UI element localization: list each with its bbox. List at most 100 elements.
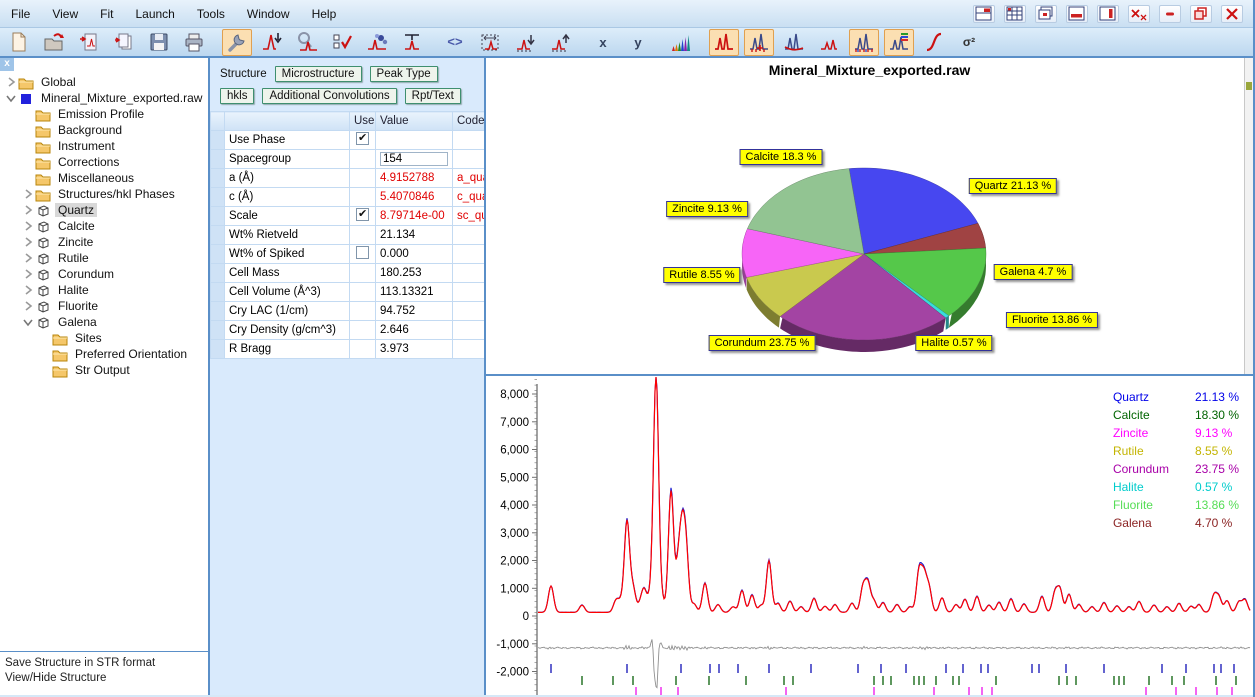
sidebar-item-structures-hkl-phases[interactable]: Structures/hkl Phases: [0, 186, 208, 202]
tree-expander-collapsed-icon[interactable]: [21, 187, 35, 201]
code-cell[interactable]: [453, 340, 487, 359]
value-cell[interactable]: 2.646: [376, 321, 453, 340]
checkbox-unchecked[interactable]: [356, 246, 369, 259]
scan-small-icon[interactable]: [814, 29, 844, 56]
tree-expander-collapsed-icon[interactable]: [21, 235, 35, 249]
multi-scan-icon[interactable]: [666, 29, 696, 56]
sidebar-item-preferred-orientation[interactable]: Preferred Orientation: [0, 346, 208, 362]
code-cell[interactable]: [453, 131, 487, 150]
checkbox-checked[interactable]: [356, 132, 369, 145]
zoom-range-icon[interactable]: [475, 29, 505, 56]
value-cell[interactable]: 3.973: [376, 340, 453, 359]
value-cell[interactable]: 5.4070846: [376, 188, 453, 207]
checkbox-checked[interactable]: [356, 208, 369, 221]
code-cell[interactable]: c_qua: [453, 188, 487, 207]
fit-options-icon[interactable]: [327, 29, 357, 56]
restore-icon[interactable]: [1190, 5, 1212, 23]
single-scan-icon[interactable]: [709, 29, 739, 56]
split-right-icon[interactable]: [1097, 5, 1119, 23]
menu-item-window[interactable]: Window: [236, 3, 301, 25]
scan-legend-icon[interactable]: [884, 29, 914, 56]
tree-expander-collapsed-icon[interactable]: [21, 251, 35, 265]
x-axis-icon[interactable]: x: [588, 29, 618, 56]
panel-close-button[interactable]: x: [0, 58, 14, 71]
tree-expander-collapsed-icon[interactable]: [21, 299, 35, 313]
grid-icon[interactable]: [1004, 5, 1026, 23]
tree-expander-collapsed-icon[interactable]: [21, 203, 35, 217]
value-cell[interactable]: 21.134: [376, 226, 453, 245]
tab-additional-convolutions[interactable]: Additional Convolutions: [262, 88, 396, 104]
sidebar-item-rutile[interactable]: Rutile: [0, 250, 208, 266]
code-cell[interactable]: [453, 302, 487, 321]
menu-item-view[interactable]: View: [41, 3, 89, 25]
sidebar-item-corundum[interactable]: Corundum: [0, 266, 208, 282]
peak-search-icon[interactable]: [292, 29, 322, 56]
tree-expander-collapsed-icon[interactable]: [21, 219, 35, 233]
tree-expander-collapsed-icon[interactable]: [21, 267, 35, 281]
code-cell[interactable]: [453, 150, 487, 169]
tab-rpt-text[interactable]: Rpt/Text: [405, 88, 461, 104]
shift-peak-up-icon[interactable]: [545, 29, 575, 56]
scan-hkl-ticks-icon[interactable]: [849, 29, 879, 56]
sidebar-item-miscellaneous[interactable]: Miscellaneous: [0, 170, 208, 186]
tree-expander-collapsed-icon[interactable]: [21, 283, 35, 297]
save-icon[interactable]: [144, 29, 174, 56]
value-cell[interactable]: 180.253: [376, 264, 453, 283]
sidebar-item-calcite[interactable]: Calcite: [0, 218, 208, 234]
value-cell[interactable]: 113.13321: [376, 283, 453, 302]
tab-peak-type[interactable]: Peak Type: [370, 66, 438, 82]
value-cell[interactable]: 94.752: [376, 302, 453, 321]
value-editbox[interactable]: 154: [380, 152, 448, 166]
sidebar-item-halite[interactable]: Halite: [0, 282, 208, 298]
print-icon[interactable]: [179, 29, 209, 56]
code-view-icon[interactable]: <>: [440, 29, 470, 56]
tab-hkls[interactable]: hkls: [220, 88, 254, 104]
shift-peak-down-icon[interactable]: [510, 29, 540, 56]
sidebar-item-mineral-mixture-exported-raw[interactable]: Mineral_Mixture_exported.raw: [0, 90, 208, 106]
import-doc-icon[interactable]: [109, 29, 139, 56]
sidebar-item-quartz[interactable]: Quartz: [0, 202, 208, 218]
cascade-icon[interactable]: [1035, 5, 1057, 23]
y-axis-icon[interactable]: y: [623, 29, 653, 56]
value-cell[interactable]: 8.79714e-00: [376, 207, 453, 226]
tree-expander-expanded-icon[interactable]: [21, 315, 35, 329]
code-cell[interactable]: [453, 245, 487, 264]
open-file-icon[interactable]: [39, 29, 69, 56]
scan-ticks-icon[interactable]: [744, 29, 774, 56]
split-bottom-icon[interactable]: [1066, 5, 1088, 23]
menu-item-help[interactable]: Help: [301, 3, 348, 25]
code-cell[interactable]: [453, 264, 487, 283]
code-cell[interactable]: sc_qu: [453, 207, 487, 226]
sidebar-item-zincite[interactable]: Zincite: [0, 234, 208, 250]
scan-background-icon[interactable]: [779, 29, 809, 56]
sidebar-item-corrections[interactable]: Corrections: [0, 154, 208, 170]
tree-expander-collapsed-icon[interactable]: [4, 75, 18, 89]
sidebar-item-background[interactable]: Background: [0, 122, 208, 138]
close-icon[interactable]: [1221, 5, 1243, 23]
sidebar-item-global[interactable]: Global: [0, 74, 208, 90]
sidebar-item-galena[interactable]: Galena: [0, 314, 208, 330]
menu-item-launch[interactable]: Launch: [124, 3, 185, 25]
structure-fit-icon[interactable]: [362, 29, 392, 56]
code-cell[interactable]: [453, 226, 487, 245]
options-wrench-icon[interactable]: [222, 29, 252, 56]
import-data-icon[interactable]: [74, 29, 104, 56]
sidebar-item-instrument[interactable]: Instrument: [0, 138, 208, 154]
menu-item-fit[interactable]: Fit: [89, 3, 124, 25]
code-cell[interactable]: [453, 321, 487, 340]
value-cell[interactable]: 4.9152788: [376, 169, 453, 188]
value-cell[interactable]: 0.000: [376, 245, 453, 264]
tab-structure[interactable]: Structure: [220, 68, 267, 80]
spline-icon[interactable]: [919, 29, 949, 56]
peak-width-icon[interactable]: [397, 29, 427, 56]
sidebar-item-str-output[interactable]: Str Output: [0, 362, 208, 378]
sidebar-item-fluorite[interactable]: Fluorite: [0, 298, 208, 314]
value-cell[interactable]: [376, 131, 453, 150]
sidebar-item-sites[interactable]: Sites: [0, 330, 208, 346]
new-file-icon[interactable]: [4, 29, 34, 56]
pie-panel-scrollbar[interactable]: [1244, 58, 1253, 374]
sidebar-item-emission-profile[interactable]: Emission Profile: [0, 106, 208, 122]
insert-peak-icon[interactable]: [257, 29, 287, 56]
close-window-icon[interactable]: [1128, 5, 1150, 23]
menu-item-tools[interactable]: Tools: [186, 3, 236, 25]
